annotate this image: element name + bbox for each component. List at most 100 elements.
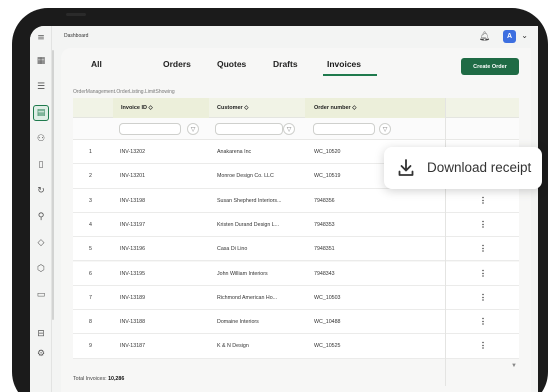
order-number-cell: 7948356 xyxy=(314,197,335,204)
customer-cell: Richmond American Ho... xyxy=(217,294,278,301)
chevron-down-icon[interactable]: ⌄ xyxy=(521,31,528,40)
more-actions-icon[interactable]: ⋮ xyxy=(479,293,487,302)
row-index: 3 xyxy=(89,197,92,204)
table-row[interactable]: 9 INV-13187 K & N Design WC_10525 ⋮ xyxy=(73,334,519,359)
invoice-id-cell: INV-13187 xyxy=(120,343,146,350)
app-screen: ≡ ▦ ☰ ▤ ⚇ ▯ ↻ ⚲ ◇ ⬡ ▭ ⊟ ⚙ Dashboard 🔔︎ A… xyxy=(30,26,538,392)
invoice-id-cell: INV-13196 xyxy=(120,246,146,253)
device-button xyxy=(66,13,86,16)
more-actions-icon[interactable]: ⋮ xyxy=(479,244,487,253)
download-receipt-label: Download receipt xyxy=(427,160,532,175)
more-actions-icon[interactable]: ⋮ xyxy=(479,317,487,326)
column-divider xyxy=(445,98,446,386)
more-actions-icon[interactable]: ⋮ xyxy=(479,196,487,205)
more-actions-icon[interactable]: ⋮ xyxy=(479,341,487,350)
sidebar-scrollbar[interactable] xyxy=(52,50,54,320)
order-number-cell: 7948343 xyxy=(314,270,335,277)
invoice-id-cell: INV-13197 xyxy=(120,221,146,228)
customer-cell: Anakarena Inc xyxy=(217,149,252,155)
customer-cell: Susan Shepherd Interiors... xyxy=(217,197,282,204)
table-row[interactable]: 7 INV-13189 Richmond American Ho... WC_1050… xyxy=(73,285,519,311)
invoice-id-cell: INV-13195 xyxy=(120,270,146,277)
grid-icon[interactable]: ▦ xyxy=(33,53,49,69)
invoices-panel: All Orders Quotes Drafts Invoices Create… xyxy=(61,48,531,392)
breadcrumb[interactable]: Dashboard xyxy=(64,33,88,39)
invoice-id-cell: INV-13198 xyxy=(120,197,146,204)
filter-icon[interactable]: ▽ xyxy=(379,123,391,135)
inbox-icon[interactable]: ⊟ xyxy=(33,326,49,342)
filter-icon[interactable]: ▽ xyxy=(187,123,199,135)
table-row[interactable]: 5 INV-13196 Casa Di Lino 7948351 ⋮ xyxy=(73,237,519,262)
tab-drafts[interactable]: Drafts xyxy=(273,59,298,69)
tab-quotes[interactable]: Quotes xyxy=(217,59,246,69)
invoice-filter-input[interactable] xyxy=(119,123,181,135)
file-icon[interactable]: ▯ xyxy=(33,157,49,173)
tab-all[interactable]: All xyxy=(91,59,102,69)
sidebar: ≡ ▦ ☰ ▤ ⚇ ▯ ↻ ⚲ ◇ ⬡ ▭ ⊟ ⚙ xyxy=(30,26,52,392)
box-icon[interactable]: ⬡ xyxy=(33,261,49,277)
row-index: 4 xyxy=(89,221,92,228)
invoice-id-cell: INV-13201 xyxy=(120,173,146,180)
table-row[interactable]: 8 INV-13188 Domaine Interiors WC_10488 ⋮ xyxy=(73,310,519,335)
document-icon[interactable]: ▤ xyxy=(33,105,49,121)
row-index: 5 xyxy=(89,246,92,253)
table-row[interactable]: 3 INV-13198 Susan Shepherd Interiors... 794… xyxy=(73,188,519,213)
more-actions-icon[interactable]: ⋮ xyxy=(479,220,487,229)
tab-invoices[interactable]: Invoices xyxy=(327,59,361,69)
row-index: 9 xyxy=(89,343,92,350)
refresh-icon[interactable]: ↻ xyxy=(33,183,49,199)
table-row[interactable]: 4 INV-13197 Kristen Durand Design L... 7948… xyxy=(73,212,519,238)
row-index: 8 xyxy=(89,319,92,326)
row-index: 6 xyxy=(89,270,92,277)
customer-cell: Domaine Interiors xyxy=(217,319,259,326)
header-customer[interactable]: Customer ◇ xyxy=(217,105,248,111)
order-number-cell: 7948351 xyxy=(314,246,335,253)
total-invoices: Total Invoices: 10,286 xyxy=(73,376,124,382)
users-icon[interactable]: ⚇ xyxy=(33,131,49,147)
active-tab-indicator xyxy=(323,74,377,76)
tab-orders[interactable]: Orders xyxy=(163,59,191,69)
listing-label: OrderManagement.OrderListing.LimitShowin… xyxy=(73,89,175,95)
user-settings-icon[interactable]: ⚲ xyxy=(33,209,49,225)
header-invoice-id[interactable]: Invoice ID ◇ xyxy=(121,105,153,111)
order-number-cell: 7948353 xyxy=(314,221,335,228)
scroll-down-icon[interactable]: ▼ xyxy=(511,363,517,369)
download-receipt-menu-item[interactable]: Download receipt xyxy=(384,147,542,189)
header-order-number[interactable]: Order number ◇ xyxy=(314,105,356,111)
table-header: Invoice ID ◇ Customer ◇ Order number ◇ xyxy=(73,98,519,118)
invoice-id-cell: INV-13188 xyxy=(120,319,146,326)
customer-cell: Casa Di Lino xyxy=(217,246,248,253)
total-value: 10,286 xyxy=(108,376,125,382)
total-label: Total Invoices: xyxy=(73,376,107,382)
table-row[interactable]: 6 INV-13195 John William Interiors 7948343 ⋮ xyxy=(73,261,519,286)
order-number-cell: WC_10488 xyxy=(314,319,341,326)
customer-cell: John William Interiors xyxy=(217,270,268,277)
row-index: 7 xyxy=(89,294,92,301)
avatar[interactable]: A xyxy=(503,30,516,43)
bell-icon[interactable]: 🔔︎ xyxy=(479,31,490,42)
folder-icon[interactable]: ▭ xyxy=(33,287,49,303)
customer-cell: K & N Design xyxy=(217,343,249,350)
tab-bar: All Orders Quotes Drafts Invoices Create… xyxy=(61,48,531,78)
row-index: 1 xyxy=(89,149,92,155)
order-number-cell: WC_10503 xyxy=(314,294,341,301)
filter-row: ▽ ▽ ▽ xyxy=(73,118,519,140)
gear-icon[interactable]: ⚙ xyxy=(33,346,49,362)
order-filter-input[interactable] xyxy=(313,123,375,135)
download-icon xyxy=(398,159,414,176)
tag-icon[interactable]: ◇ xyxy=(33,235,49,251)
row-index: 2 xyxy=(89,173,92,180)
customer-filter-input[interactable] xyxy=(215,123,283,135)
customer-cell: Monroe Design Co. LLC xyxy=(217,173,274,180)
menu-icon[interactable]: ≡ xyxy=(33,30,49,46)
invoice-id-cell: INV-13189 xyxy=(120,294,146,301)
order-number-cell: WC_10519 xyxy=(314,173,341,180)
filter-icon[interactable]: ▽ xyxy=(283,123,295,135)
list-icon[interactable]: ☰ xyxy=(33,79,49,95)
more-actions-icon[interactable]: ⋮ xyxy=(479,269,487,278)
top-bar: Dashboard 🔔︎ A ⌄ xyxy=(52,26,538,48)
customer-cell: Kristen Durand Design L... xyxy=(217,221,280,228)
create-order-button[interactable]: Create Order xyxy=(461,58,519,75)
order-number-cell: WC_10520 xyxy=(314,149,341,155)
invoice-id-cell: INV-13202 xyxy=(120,149,146,155)
